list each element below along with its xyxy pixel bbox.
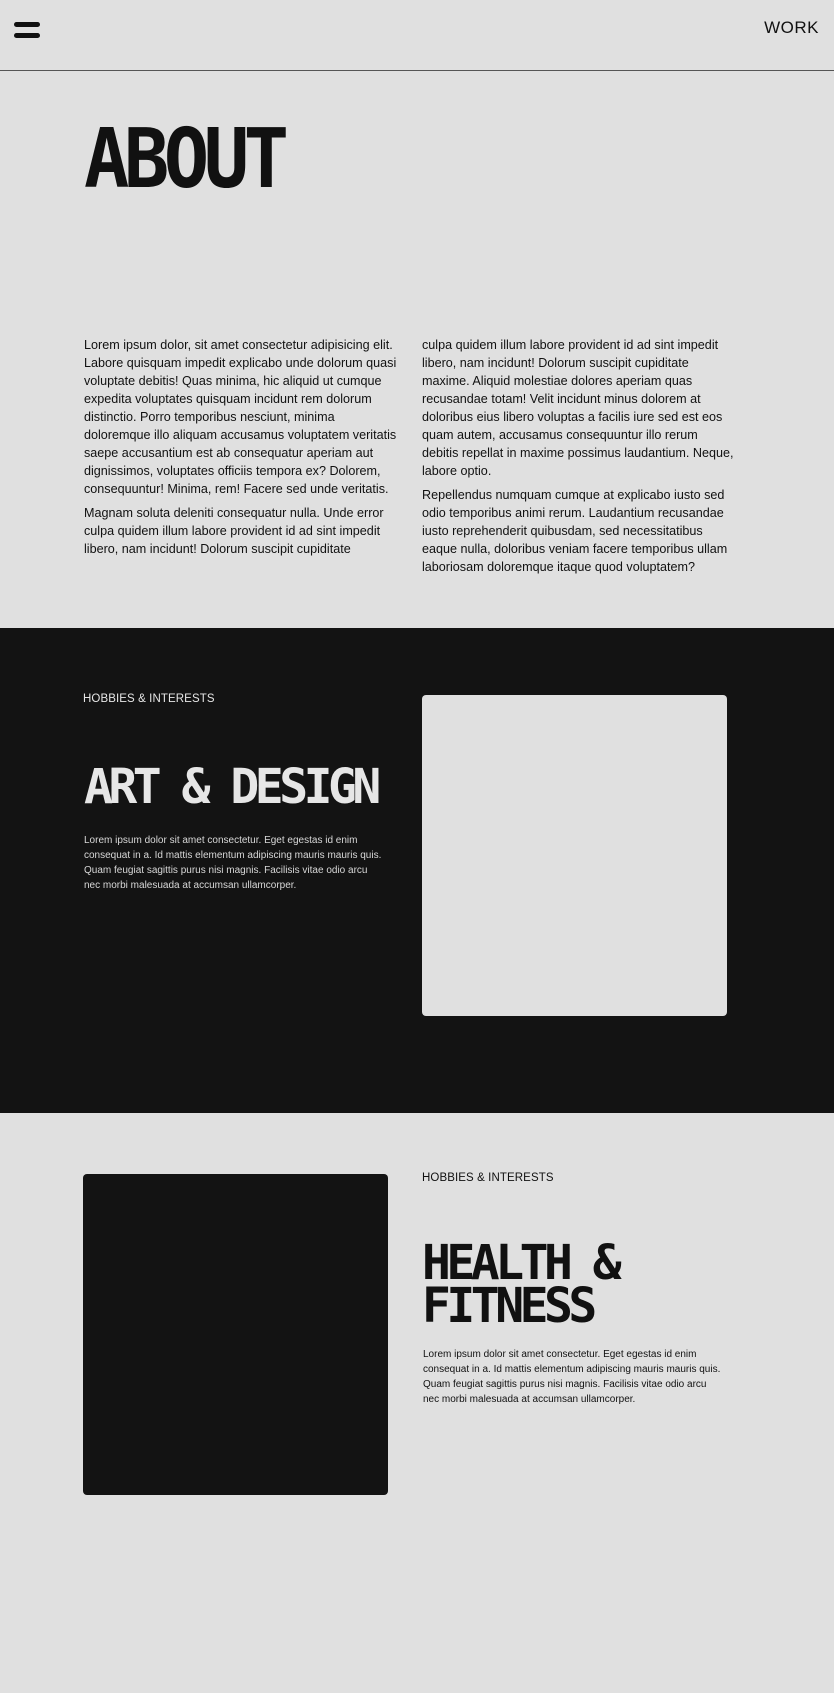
about-column-right: culpa quidem illum labore provident id a… [422, 336, 735, 576]
page-title: ABOUT [84, 112, 289, 207]
menu-bar-bottom [14, 33, 40, 38]
hobby-description: Lorem ipsum dolor sit amet consectetur. … [84, 835, 382, 891]
hobby-description: Lorem ipsum dolor sit amet consectetur. … [423, 1349, 721, 1405]
section-eyebrow: HOBBIES & INTERESTS [422, 1172, 554, 1184]
about-page: WORK ABOUT Lorem ipsum dolor, sit amet c… [0, 0, 834, 1693]
section-eyebrow: HOBBIES & INTERESTS [83, 693, 215, 705]
about-text: Lorem ipsum dolor, sit amet consectetur … [84, 336, 754, 576]
hobby-title: HEALTH & FITNESS [422, 1235, 622, 1335]
hobby-title: ART & DESIGN [84, 759, 381, 815]
hobby-image-placeholder [83, 1174, 388, 1495]
site-header: WORK [0, 0, 834, 71]
about-paragraph: Lorem ipsum dolor, sit amet consectetur … [84, 338, 397, 496]
about-paragraph: culpa quidem illum labore provident id a… [422, 338, 734, 478]
about-paragraph: Magnam soluta deleniti consequatur nulla… [84, 506, 384, 556]
about-column-left: Lorem ipsum dolor, sit amet consectetur … [84, 336, 397, 564]
hobby-health-fitness-section: HOBBIES & INTERESTS HEALTH & FITNESS Lor… [0, 1113, 834, 1693]
about-paragraph: Repellendus numquam cumque at explicabo … [422, 488, 728, 574]
hobby-image-placeholder [422, 695, 727, 1016]
work-nav-link[interactable]: WORK [764, 18, 819, 38]
hamburger-menu-icon[interactable] [14, 21, 40, 39]
menu-bar-top [14, 22, 40, 27]
hobby-art-design-section: HOBBIES & INTERESTS ART & DESIGN Lorem i… [0, 628, 834, 1113]
